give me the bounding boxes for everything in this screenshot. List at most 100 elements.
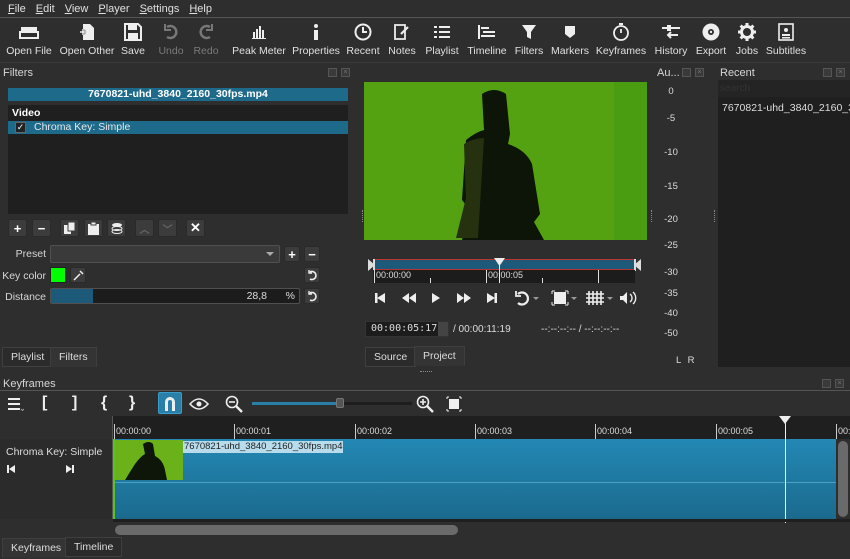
set-filter-start-button[interactable]: [: [42, 394, 56, 414]
rewind-button[interactable]: [399, 288, 419, 308]
timecode-spinner[interactable]: [438, 322, 448, 336]
next-keyframe-button[interactable]: [66, 464, 74, 476]
tab-timeline[interactable]: Timeline: [65, 537, 123, 557]
zoom-player-button[interactable]: [549, 288, 579, 308]
previous-keyframe-button[interactable]: [7, 464, 15, 476]
close-icon[interactable]: ×: [836, 68, 845, 77]
float-icon[interactable]: [682, 68, 691, 77]
open-file-button[interactable]: Open File: [4, 18, 54, 62]
zoom-fit-button[interactable]: [444, 394, 464, 414]
float-icon[interactable]: [823, 68, 832, 77]
timecode-input[interactable]: 00:00:05:17: [365, 321, 449, 337]
tab-playlist[interactable]: Playlist: [2, 347, 54, 367]
keyframes-menu-button[interactable]: [6, 395, 26, 413]
plus-icon: +: [13, 220, 22, 236]
tab-filters[interactable]: Filters: [50, 347, 97, 367]
close-icon[interactable]: ×: [695, 68, 704, 77]
key-color-swatch[interactable]: [50, 267, 66, 283]
keyframes-track-header: Chroma Key: Simple: [0, 439, 112, 519]
zoom-slider[interactable]: [252, 398, 412, 408]
scrub-ruler[interactable]: 00:00:00 00:00:05: [373, 270, 635, 283]
preset-combo[interactable]: [50, 245, 280, 263]
loop-button[interactable]: [512, 288, 542, 308]
zoom-slider-handle[interactable]: [336, 398, 344, 408]
recent-button[interactable]: Recent: [346, 18, 380, 62]
zoom-out-button[interactable]: [224, 394, 244, 414]
distance-slider[interactable]: 28,8 %: [50, 288, 300, 304]
splitter-handle[interactable]: [420, 371, 432, 372]
menu-file[interactable]: File: [8, 3, 26, 15]
menu-player[interactable]: Player: [98, 3, 129, 15]
filter-enabled-checkbox[interactable]: ✓: [15, 122, 26, 133]
recent-search-input[interactable]: search: [718, 80, 850, 97]
undo-button[interactable]: Undo: [156, 18, 186, 62]
play-button[interactable]: [426, 288, 446, 308]
notes-button[interactable]: Notes: [387, 18, 417, 62]
set-first-simple-keyframe-button[interactable]: {: [101, 394, 115, 414]
recent-list-item[interactable]: 7670821-uhd_3840_2160_30...: [722, 102, 850, 114]
remove-preset-button[interactable]: −: [304, 246, 320, 262]
add-filter-button[interactable]: +: [8, 219, 27, 237]
vertical-scrollbar[interactable]: [838, 441, 848, 517]
filter-item-chroma-key[interactable]: Chroma Key: Simple: [8, 121, 348, 134]
set-second-simple-keyframe-button[interactable]: }: [129, 394, 143, 414]
close-icon[interactable]: ×: [835, 379, 844, 388]
redo-button[interactable]: Redo: [191, 18, 221, 62]
deselect-filter-button[interactable]: ✕: [186, 219, 205, 237]
add-preset-button[interactable]: +: [284, 246, 300, 262]
tab-source[interactable]: Source: [365, 347, 417, 367]
playlist-button[interactable]: Playlist: [424, 18, 460, 62]
set-filter-end-button[interactable]: ]: [72, 394, 86, 414]
skip-to-start-button[interactable]: [370, 288, 390, 308]
save-filter-set-button[interactable]: [107, 219, 126, 237]
menu-help[interactable]: Help: [189, 3, 212, 15]
subtitles-button[interactable]: Subtitles: [766, 18, 806, 62]
float-icon[interactable]: [328, 68, 337, 77]
splitter-handle[interactable]: [714, 210, 715, 222]
skip-to-end-button[interactable]: [482, 288, 502, 308]
video-preview[interactable]: [364, 82, 647, 240]
keyframes-button[interactable]: Keyframes: [596, 18, 646, 62]
copy-filter-button[interactable]: [60, 219, 79, 237]
save-button[interactable]: Save: [118, 18, 148, 62]
recent-dock-title: Recent: [720, 67, 755, 79]
timeline-button[interactable]: Timeline: [466, 18, 508, 62]
open-other-button[interactable]: Open Other: [58, 18, 116, 62]
splitter-handle[interactable]: [362, 210, 363, 222]
horizontal-scrollbar[interactable]: [115, 525, 458, 535]
tab-project[interactable]: Project: [414, 346, 465, 366]
keyframe-curve-line: [113, 482, 836, 483]
zoom-in-button[interactable]: [415, 394, 435, 414]
move-down-button[interactable]: ﹀: [158, 219, 177, 237]
gear-icon: [737, 22, 757, 42]
fast-forward-button[interactable]: [454, 288, 474, 308]
snap-toggle-button[interactable]: [158, 392, 182, 414]
tab-keyframes[interactable]: Keyframes: [2, 538, 71, 558]
keyframes-ruler[interactable]: 00:00:00 00:00:01 00:00:02 00:00:03 00:00:04…: [113, 416, 850, 439]
playhead-triangle-icon[interactable]: [779, 416, 791, 424]
menu-edit[interactable]: Edit: [36, 3, 55, 15]
jobs-button[interactable]: Jobs: [734, 18, 760, 62]
grid-button[interactable]: [584, 288, 614, 308]
markers-button[interactable]: Markers: [551, 18, 589, 62]
float-icon[interactable]: [822, 379, 831, 388]
properties-button[interactable]: Properties: [292, 18, 340, 62]
remove-filter-button[interactable]: −: [32, 219, 51, 237]
menu-settings[interactable]: Settings: [140, 3, 180, 15]
eyedropper-button[interactable]: [70, 267, 86, 283]
move-up-button[interactable]: ︿: [135, 219, 154, 237]
paste-filter-button[interactable]: [84, 219, 103, 237]
close-icon[interactable]: ×: [341, 68, 350, 77]
menu-view[interactable]: View: [65, 3, 89, 15]
splitter-handle[interactable]: [651, 210, 652, 222]
scrub-while-dragging-button[interactable]: [188, 395, 210, 413]
history-button[interactable]: History: [653, 18, 689, 62]
volume-button[interactable]: [618, 288, 638, 308]
export-button[interactable]: Export: [696, 18, 726, 62]
reset-key-color-button[interactable]: [304, 267, 320, 283]
peak-meter-button[interactable]: Peak Meter: [232, 18, 286, 62]
filters-button[interactable]: Filters: [514, 18, 544, 62]
key-color-label: Key color: [2, 270, 46, 282]
timeline-playhead[interactable]: [785, 416, 786, 523]
reset-distance-button[interactable]: [304, 288, 320, 304]
